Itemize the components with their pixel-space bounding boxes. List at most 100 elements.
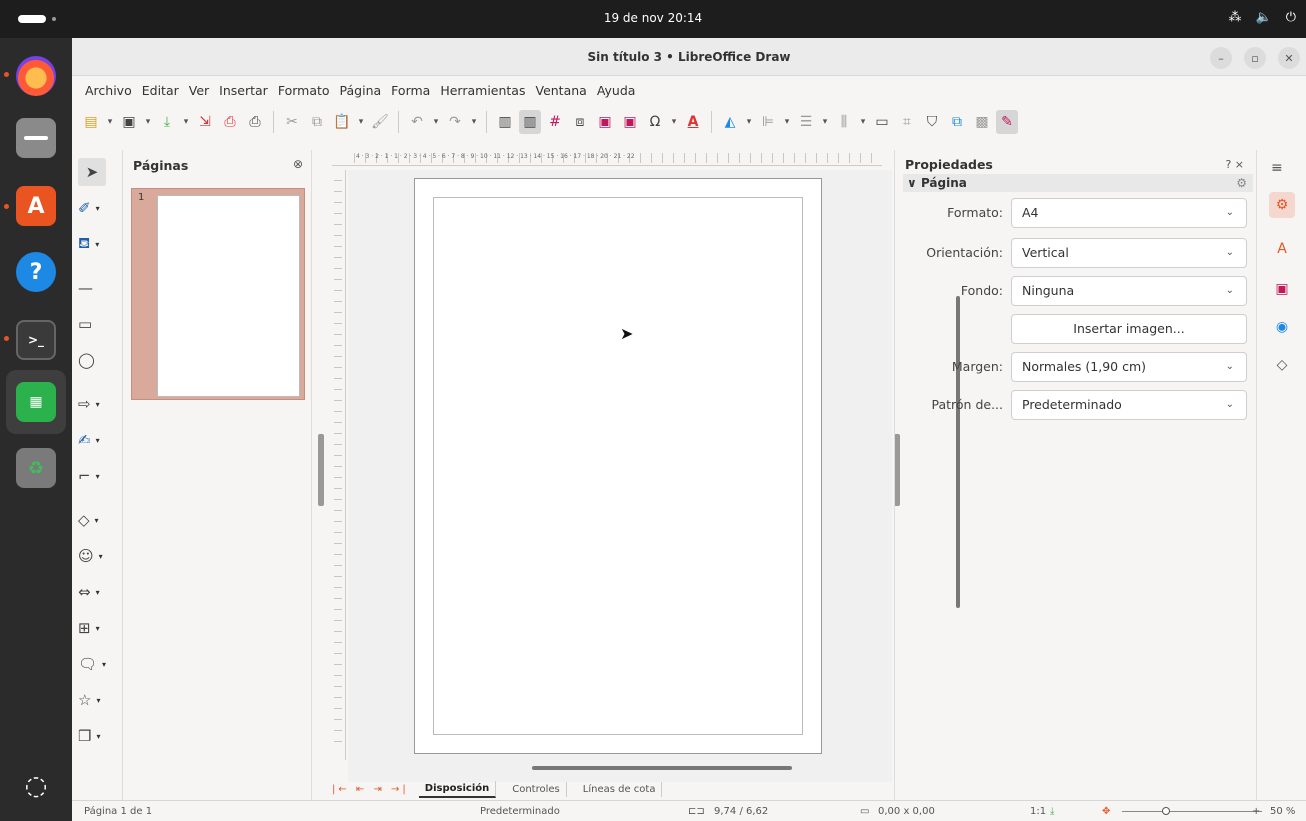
status-zoom[interactable]: 50 % bbox=[1270, 806, 1295, 817]
network-icon[interactable]: ⁂ bbox=[1229, 10, 1242, 25]
volume-icon[interactable]: 🔈 bbox=[1256, 10, 1272, 25]
chevron-down-icon[interactable]: ▾ bbox=[143, 110, 153, 134]
arrow-line-tool[interactable]: ⇨ ▾ bbox=[78, 390, 118, 418]
insert-textbox-icon[interactable]: ▣ bbox=[619, 110, 641, 134]
new-document-icon[interactable]: ▤ bbox=[80, 110, 102, 134]
align-objects-icon[interactable]: ⊫ bbox=[757, 110, 779, 134]
styles-tab-icon[interactable]: A bbox=[1269, 236, 1295, 262]
chevron-down-icon[interactable]: ▾ bbox=[782, 110, 792, 134]
chevron-down-icon[interactable]: ▾ bbox=[469, 110, 479, 134]
shapes-tab-icon[interactable]: ◇ bbox=[1269, 352, 1295, 378]
block-arrows-tool[interactable]: ⇔ ▾ bbox=[78, 578, 118, 606]
drawing-canvas[interactable] bbox=[348, 170, 892, 782]
zoom-slider-handle[interactable] bbox=[1162, 807, 1170, 815]
chevron-down-icon[interactable]: ▾ bbox=[96, 624, 100, 633]
tab-controles[interactable]: Controles bbox=[506, 781, 567, 797]
show-apps-icon[interactable]: ◌ bbox=[12, 762, 60, 810]
horizontal-ruler[interactable]: 4 · 3 · 2 · 1 · 1 · 2 · 3 · 4 · 5 · 6 · … bbox=[332, 150, 882, 166]
chevron-down-icon[interactable]: ▾ bbox=[96, 472, 100, 481]
minimize-button[interactable]: – bbox=[1210, 47, 1232, 69]
menu-herramientas[interactable]: Herramientas bbox=[435, 83, 530, 98]
transformations-icon[interactable]: ◭ bbox=[719, 110, 741, 134]
app-center-icon[interactable]: A bbox=[12, 182, 60, 230]
chevron-down-icon[interactable]: ▾ bbox=[820, 110, 830, 134]
chevron-down-icon[interactable]: ▾ bbox=[431, 110, 441, 134]
zoom-slider[interactable] bbox=[1122, 811, 1262, 812]
menu-forma[interactable]: Forma bbox=[386, 83, 435, 98]
print-icon[interactable]: ⎙ bbox=[244, 110, 266, 134]
menu-pagina[interactable]: Página bbox=[335, 83, 387, 98]
margin-select[interactable]: Normales (1,90 cm) ⌄ bbox=[1011, 352, 1247, 382]
fill-color-tool[interactable]: ⛾ ▾ bbox=[78, 230, 118, 258]
chevron-down-icon[interactable]: ▾ bbox=[96, 400, 100, 409]
toggle-extrusion-icon[interactable]: ⛉ bbox=[921, 110, 943, 134]
document-modified-icon[interactable]: ⤓ bbox=[1050, 806, 1054, 817]
files-icon[interactable] bbox=[12, 114, 60, 162]
navigator-tab-icon[interactable]: ◉ bbox=[1269, 314, 1295, 340]
power-icon[interactable]: ⏻ bbox=[1286, 10, 1296, 25]
fit-page-icon[interactable]: ✥ bbox=[1102, 806, 1110, 817]
ellipse-icon[interactable]: ◯ bbox=[78, 346, 118, 374]
chevron-down-icon[interactable]: ▾ bbox=[356, 110, 366, 134]
draw-functions-icon[interactable]: ✎ bbox=[996, 110, 1018, 134]
page-thumbnail-selected[interactable]: 1 bbox=[131, 188, 305, 400]
chevron-down-icon[interactable]: ▾ bbox=[99, 552, 103, 561]
copy-icon[interactable]: ⧉ bbox=[306, 110, 328, 134]
chevron-down-icon[interactable]: ▾ bbox=[96, 204, 100, 213]
flowchart-tool[interactable]: ⊞ ▾ bbox=[78, 614, 118, 642]
distribute-icon[interactable]: ⫼ bbox=[833, 110, 855, 134]
chevron-down-icon[interactable]: ▾ bbox=[744, 110, 754, 134]
sidebar-menu-icon[interactable]: ≡ bbox=[1271, 160, 1283, 176]
page-section-header[interactable]: ∨ Página ⚙ bbox=[903, 174, 1253, 192]
pages-panel-splitter[interactable] bbox=[318, 434, 324, 506]
chevron-down-icon[interactable]: ▾ bbox=[96, 436, 100, 445]
save-icon[interactable]: ⤓ bbox=[156, 110, 178, 134]
cut-icon[interactable]: ✂ bbox=[281, 110, 303, 134]
section-more-options-icon[interactable]: ⚙ bbox=[1236, 174, 1247, 192]
clock[interactable]: 19 de nov 20:14 bbox=[0, 11, 1306, 25]
templates-icon[interactable]: ▣ bbox=[118, 110, 140, 134]
master-page-select[interactable]: Predeterminado ⌄ bbox=[1011, 390, 1247, 420]
special-character-icon[interactable]: Ω bbox=[644, 110, 666, 134]
page-thumbnail[interactable] bbox=[157, 195, 300, 397]
properties-controls[interactable]: ? × bbox=[1225, 158, 1244, 171]
chevron-down-icon[interactable]: ▾ bbox=[95, 240, 99, 249]
gallery-tab-icon[interactable]: ▣ bbox=[1269, 276, 1295, 302]
connector-tool[interactable]: ⌐ ▾ bbox=[78, 462, 118, 490]
menu-insertar[interactable]: Insertar bbox=[214, 83, 273, 98]
close-panel-icon[interactable]: ⊗ bbox=[293, 157, 303, 171]
background-select[interactable]: Ninguna ⌄ bbox=[1011, 276, 1247, 306]
glue-points-icon[interactable]: ▩ bbox=[971, 110, 993, 134]
chevron-down-icon[interactable]: ▾ bbox=[105, 110, 115, 134]
curve-tool[interactable]: ✍ ▾ bbox=[78, 426, 118, 454]
menu-formato[interactable]: Formato bbox=[273, 83, 335, 98]
menu-editar[interactable]: Editar bbox=[137, 83, 184, 98]
page-sheet[interactable] bbox=[414, 178, 822, 754]
chevron-down-icon[interactable]: ▾ bbox=[96, 696, 100, 705]
export-icon[interactable]: ⇲ bbox=[194, 110, 216, 134]
horizontal-scrollbar[interactable] bbox=[532, 766, 792, 770]
firefox-icon[interactable] bbox=[12, 52, 60, 100]
shadow-icon[interactable]: ▭ bbox=[871, 110, 893, 134]
menu-ayuda[interactable]: Ayuda bbox=[592, 83, 641, 98]
grid-icon[interactable]: ▥ bbox=[494, 110, 516, 134]
arrange-icon[interactable]: ☰ bbox=[795, 110, 817, 134]
orientation-select[interactable]: Vertical ⌄ bbox=[1011, 238, 1247, 268]
format-select[interactable]: A4 ⌄ bbox=[1011, 198, 1247, 228]
chevron-down-icon[interactable]: ▾ bbox=[95, 516, 99, 525]
terminal-icon[interactable]: >_ bbox=[12, 316, 60, 364]
rectangle-icon[interactable]: ▭ bbox=[78, 310, 118, 338]
menu-ver[interactable]: Ver bbox=[184, 83, 214, 98]
export-pdf-icon[interactable]: ⎙ bbox=[219, 110, 241, 134]
chevron-down-icon[interactable]: ▾ bbox=[669, 110, 679, 134]
status-scale[interactable]: 1:1 bbox=[1030, 806, 1046, 817]
maximize-button[interactable]: ▫ bbox=[1244, 47, 1266, 69]
snap-grid-icon[interactable]: # bbox=[544, 110, 566, 134]
insert-image-button[interactable]: Insertar imagen... bbox=[1011, 314, 1247, 344]
chevron-down-icon[interactable]: ▾ bbox=[96, 732, 100, 741]
helplines-icon[interactable]: ▥ bbox=[519, 110, 541, 134]
chevron-down-icon[interactable]: ▾ bbox=[181, 110, 191, 134]
3d-objects-tool[interactable]: ❒ ▾ bbox=[78, 722, 118, 750]
tab-disposicion[interactable]: Disposición bbox=[418, 780, 497, 798]
basic-shapes-tool[interactable]: ◇ ▾ bbox=[78, 506, 118, 534]
